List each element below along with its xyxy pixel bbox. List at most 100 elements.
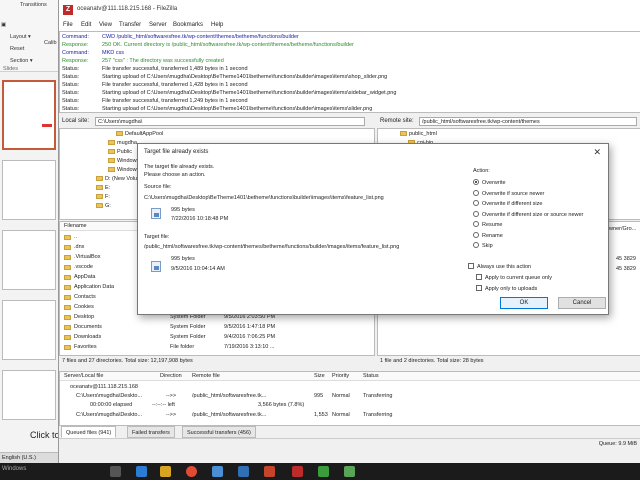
- local-file-row[interactable]: Documents System Folder 9/5/2016 1:47:18 P…: [60, 324, 374, 332]
- menu-bookmarks[interactable]: Bookmarks: [173, 22, 203, 28]
- slide-thumbnail[interactable]: [2, 370, 56, 420]
- local-file-row[interactable]: Desktop System Folder 9/5/2016 2:03:50 PM: [60, 314, 374, 322]
- col-filename[interactable]: Filename: [64, 223, 87, 229]
- menu-file[interactable]: File: [63, 22, 73, 28]
- file-explorer-icon[interactable]: [160, 466, 171, 477]
- col-remote-file[interactable]: Remote file: [192, 373, 220, 379]
- local-tree-item[interactable]: Windows: [108, 158, 139, 166]
- log-type: Status:: [62, 98, 80, 104]
- col-server-local[interactable]: Server/Local file: [64, 373, 103, 379]
- app-icon[interactable]: [344, 466, 355, 477]
- ppt-reset-button[interactable]: Reset: [10, 46, 24, 52]
- action-radio[interactable]: Skip: [473, 242, 493, 249]
- menu-view[interactable]: View: [99, 22, 112, 28]
- radio-button[interactable]: [473, 231, 479, 238]
- queue-status: Transferring: [363, 412, 393, 418]
- local-file-name: AppData: [74, 274, 96, 280]
- col-priority[interactable]: Priority: [332, 373, 349, 379]
- radio-button[interactable]: [473, 210, 479, 217]
- action-radio-label: Overwrite: [482, 180, 506, 186]
- ppt-click-to-add[interactable]: Click to: [30, 430, 60, 440]
- title-bar[interactable]: Z oceanatv@111.118.215.168 - FileZilla: [59, 0, 640, 20]
- local-file-name: .VirtualBox: [74, 254, 101, 260]
- menu-bar: File Edit View Transfer Server Bookmarks…: [59, 20, 640, 31]
- col-status[interactable]: Status: [363, 373, 379, 379]
- local-tree-label: G:: [105, 203, 111, 209]
- col-direction[interactable]: Direction: [160, 373, 182, 379]
- powerpoint-icon[interactable]: [264, 466, 275, 477]
- local-tree-item[interactable]: D: (New Volu: [96, 176, 137, 184]
- radio-button[interactable]: [473, 189, 479, 196]
- message-log[interactable]: Command: CWD /public_html/softwaresfree.t…: [59, 31, 640, 113]
- chrome-icon[interactable]: [186, 466, 197, 477]
- local-tree-item[interactable]: Windows: [108, 167, 139, 175]
- action-radio[interactable]: Overwrite if source newer: [473, 189, 544, 197]
- log-type: Status:: [62, 82, 80, 88]
- action-radio[interactable]: Resume: [473, 221, 502, 228]
- action-radio[interactable]: Overwrite if different size: [473, 200, 542, 207]
- transfer-queue[interactable]: Server/Local file Direction Remote file …: [59, 371, 640, 426]
- word-icon[interactable]: [238, 466, 249, 477]
- filezilla-taskbar-icon[interactable]: [292, 466, 303, 477]
- local-tree-item[interactable]: F:: [96, 194, 110, 202]
- col-size[interactable]: Size: [314, 373, 325, 379]
- checkbox-box[interactable]: [476, 274, 482, 280]
- queue-row[interactable]: C:\Users\mugdha\Deskto... -->> /public_h…: [60, 412, 640, 420]
- ppt-new-slide-hint[interactable]: ▣: [1, 22, 6, 28]
- edge-icon[interactable]: [136, 466, 147, 477]
- local-tree-item[interactable]: E:: [96, 185, 110, 193]
- local-file-row[interactable]: Downloads System Folder 9/4/2016 7:06:25 P…: [60, 334, 374, 342]
- remote-tree-item[interactable]: public_html: [400, 131, 437, 139]
- queue-local-file: C:\Users\mugdha\Deskto...: [76, 393, 143, 399]
- app-icon[interactable]: [318, 466, 329, 477]
- local-tree-item[interactable]: G:: [96, 203, 111, 211]
- ok-button[interactable]: OK: [500, 297, 548, 309]
- menu-server[interactable]: Server: [149, 22, 167, 28]
- radio-button[interactable]: [473, 221, 479, 227]
- local-file-row[interactable]: Favorites File folder 7/19/2016 3:13:10 ..…: [60, 344, 374, 352]
- local-tree-item[interactable]: mugdha: [108, 140, 137, 148]
- log-type: Status:: [62, 74, 80, 80]
- apply-current-checkbox[interactable]: Apply to current queue only: [476, 274, 552, 281]
- menu-edit[interactable]: Edit: [81, 22, 91, 28]
- cancel-button[interactable]: Cancel: [558, 297, 606, 309]
- slide-thumbnail[interactable]: [2, 230, 56, 290]
- slide-thumbnail[interactable]: [2, 160, 56, 220]
- menu-help[interactable]: Help: [211, 22, 223, 28]
- store-icon[interactable]: [212, 466, 223, 477]
- queue-direction: -->>: [166, 412, 177, 418]
- action-radio[interactable]: Overwrite if different size or source ne…: [473, 210, 583, 218]
- menu-transfer[interactable]: Transfer: [119, 22, 141, 28]
- slide-thumbnail[interactable]: [2, 300, 56, 360]
- apply-uploads-checkbox[interactable]: Apply only to uploads: [476, 285, 537, 292]
- target-file-icon: [151, 261, 161, 272]
- tab-queued-files[interactable]: Queued files (941): [61, 426, 117, 438]
- task-view-icon[interactable]: [110, 466, 121, 477]
- checkbox-box[interactable]: [468, 263, 474, 269]
- tab-failed-transfers[interactable]: Failed transfers: [127, 426, 175, 438]
- folder-icon: [64, 285, 71, 290]
- checkbox-box[interactable]: [476, 285, 482, 291]
- radio-button[interactable]: [473, 179, 479, 185]
- ppt-tab-transitions[interactable]: Transitions: [20, 2, 47, 8]
- tab-successful-transfers[interactable]: Successful transfers (456): [182, 426, 256, 438]
- ppt-section-button[interactable]: Section ▾: [10, 58, 33, 64]
- always-use-checkbox[interactable]: Always use this action: [468, 263, 531, 270]
- slide-thumbnail[interactable]: [2, 80, 56, 150]
- local-tree-item[interactable]: DefaultAppPool: [116, 131, 163, 139]
- log-line: Command: CWD /public_html/softwaresfree.t…: [62, 34, 299, 41]
- log-text: 250 OK. Current directory is /public_htm…: [102, 42, 354, 48]
- local-tree-item[interactable]: Public: [108, 149, 132, 157]
- ppt-layout-button[interactable]: Layout ▾: [10, 34, 31, 40]
- action-radio[interactable]: Rename: [473, 231, 503, 239]
- remote-path-input[interactable]: /public_html/softwaresfree.tk/wp-content…: [419, 117, 637, 126]
- radio-button[interactable]: [473, 200, 479, 206]
- radio-button[interactable]: [473, 242, 479, 248]
- local-site-label: Local site:: [62, 118, 90, 124]
- local-path-input[interactable]: C:\Users\mugdha\: [95, 117, 365, 126]
- queue-server[interactable]: oceanatv@111.118.215.168: [70, 384, 138, 392]
- queue-row[interactable]: C:\Users\mugdha\Deskto... -->> /public_h…: [60, 393, 640, 401]
- dialog-close-icon[interactable]: ✕: [593, 147, 601, 158]
- action-radio[interactable]: Overwrite: [473, 179, 506, 186]
- local-file-date: 7/19/2016 3:13:10 ...: [224, 344, 275, 350]
